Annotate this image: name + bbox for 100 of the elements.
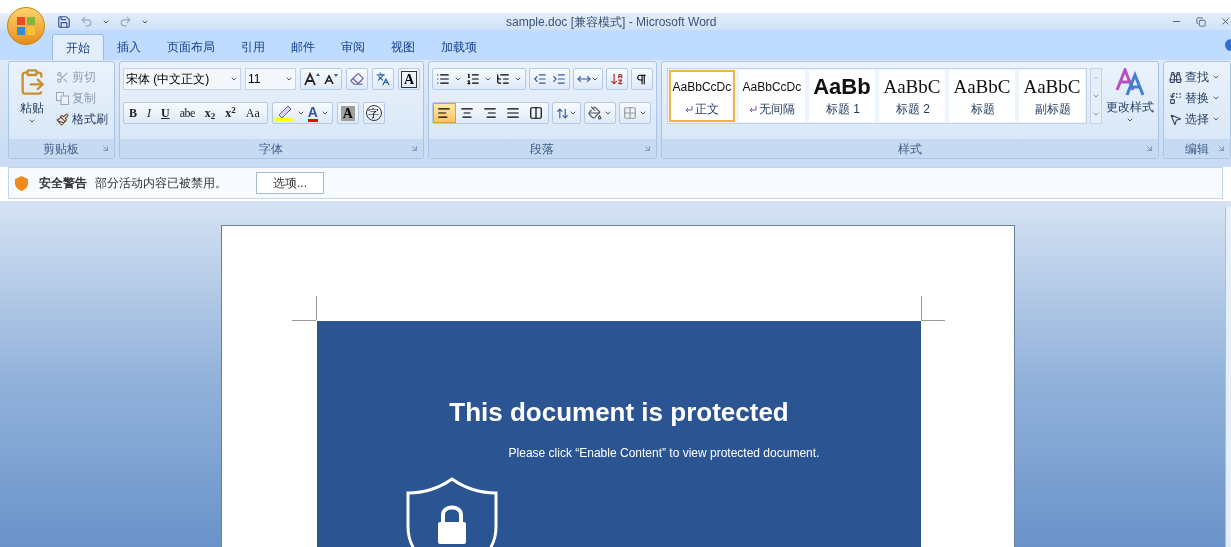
- paste-button[interactable]: 粘贴: [12, 68, 52, 128]
- more-icon[interactable]: [1092, 110, 1100, 118]
- cut-icon: [56, 70, 69, 84]
- ribbon-tab[interactable]: 页面布局: [154, 34, 228, 60]
- caret-icon: [296, 109, 305, 117]
- char-shading-button[interactable]: A: [336, 102, 359, 124]
- banner-heading: This document is protected: [449, 396, 789, 429]
- save-icon[interactable]: [57, 14, 71, 29]
- style-item[interactable]: AaBbCcDc 正文: [668, 70, 735, 122]
- style-item[interactable]: AaBbC 标题: [948, 70, 1015, 122]
- caret-icon: [1211, 73, 1220, 81]
- format-button[interactable]: abe: [174, 102, 200, 124]
- group-label: 编辑: [1184, 140, 1209, 158]
- scroll-down-icon[interactable]: [1092, 92, 1100, 100]
- grow-font-icon[interactable]: [304, 72, 321, 86]
- restore-icon[interactable]: [1196, 16, 1206, 27]
- editing-button[interactable]: 替换: [1168, 89, 1227, 107]
- clipboard-item[interactable]: 格式刷: [56, 110, 108, 128]
- pilcrow-icon: [635, 72, 649, 86]
- find-icon: [1168, 70, 1182, 84]
- format-button[interactable]: B: [123, 102, 142, 124]
- caret-icon: [453, 75, 462, 83]
- eraser-icon: [350, 72, 365, 86]
- caret-icon: [285, 75, 294, 83]
- caret-icon: [568, 109, 577, 117]
- clear-format-button[interactable]: [346, 68, 369, 90]
- office-logo-icon: [16, 16, 36, 36]
- indent-decrease-icon[interactable]: [532, 72, 547, 86]
- banner-message: Please click “Enable Content” to view protected document.: [508, 445, 820, 462]
- group-label: 样式: [897, 140, 922, 158]
- phonetic-icon: [376, 72, 391, 86]
- format-button[interactable]: x$^{2}$: [220, 102, 241, 124]
- format-button[interactable]: U: [155, 102, 175, 124]
- style-item[interactable]: AaBb 标题 1: [808, 70, 875, 122]
- format-button[interactable]: x$_{2}$: [199, 102, 221, 124]
- line-spacing-button[interactable]: [551, 102, 581, 124]
- font-name-field[interactable]: 宋体 (中文正文): [122, 68, 241, 90]
- font-size-field[interactable]: 11: [244, 68, 297, 90]
- sort-button[interactable]: [605, 68, 628, 90]
- shading-button[interactable]: [583, 102, 616, 124]
- caret-icon: [483, 75, 492, 83]
- paint-bucket-icon: [587, 106, 602, 120]
- caret-icon: [638, 109, 647, 117]
- ribbon-tab[interactable]: 审阅: [328, 34, 378, 60]
- replace-icon: [1168, 91, 1182, 105]
- align-icon: [483, 106, 498, 120]
- caret-icon: [28, 117, 36, 125]
- enclose-char-button[interactable]: 字: [362, 102, 385, 124]
- show-marks-button[interactable]: [630, 68, 653, 90]
- multilevel-list-icon[interactable]: [495, 72, 510, 86]
- style-item[interactable]: AaBbC 副标题: [1018, 70, 1085, 122]
- styles-icon: [1115, 68, 1145, 96]
- change-styles-button[interactable]: 更改样式: [1105, 68, 1155, 124]
- paragraph-mark-icon: [684, 105, 693, 113]
- editing-button[interactable]: 查找: [1168, 68, 1227, 86]
- align-icon: [529, 106, 544, 120]
- shrink-font-icon[interactable]: [324, 73, 339, 85]
- group-label: 段落: [530, 140, 555, 158]
- painter-icon: [56, 112, 69, 126]
- security-message: 部分活动内容已被禁用。: [95, 175, 227, 192]
- chinese-layout-button[interactable]: [572, 68, 603, 90]
- shield-icon: [15, 175, 28, 191]
- caret-icon: [513, 75, 522, 83]
- phonetic-guide-button[interactable]: [372, 68, 395, 90]
- ribbon-tab[interactable]: 引用: [228, 34, 278, 60]
- align-icon: [506, 106, 521, 120]
- paragraph-mark-icon: [748, 105, 757, 113]
- style-item[interactable]: AaBbC 标题 2: [878, 70, 945, 122]
- borders-icon: [622, 106, 637, 120]
- ribbon-tab[interactable]: 插入: [104, 34, 154, 60]
- copy-icon: [56, 91, 69, 105]
- ribbon-tab[interactable]: 开始: [52, 34, 104, 60]
- style-item[interactable]: AaBbCcDc 无间隔: [738, 70, 805, 122]
- caret-icon: [603, 109, 612, 117]
- ribbon-tab[interactable]: 视图: [378, 34, 428, 60]
- bullets-icon[interactable]: [435, 72, 450, 86]
- caret-icon: [320, 109, 329, 117]
- line-spacing-icon: [555, 106, 569, 120]
- highlight-icon[interactable]: [275, 105, 294, 121]
- align-button[interactable]: [432, 103, 456, 123]
- group-label: 剪贴板: [43, 140, 80, 158]
- caret-icon: [1126, 116, 1134, 124]
- security-title: 安全警告: [39, 175, 87, 192]
- options-button[interactable]: 选项...: [256, 172, 324, 194]
- format-button[interactable]: Aa: [240, 102, 265, 124]
- window-title: sample.doc [兼容模式] - Microsoft Word: [506, 13, 717, 31]
- editing-button[interactable]: 选择: [1168, 110, 1227, 128]
- group-label: 字体: [259, 140, 284, 158]
- shield-lock-icon: [406, 477, 498, 547]
- caret-icon: [1211, 94, 1220, 102]
- font-color-button[interactable]: A: [307, 104, 318, 122]
- format-button[interactable]: I: [141, 102, 156, 124]
- caret-icon: [229, 75, 238, 83]
- close-icon[interactable]: [1220, 16, 1231, 27]
- align-icon: [437, 106, 452, 120]
- char-border-button[interactable]: A: [398, 68, 420, 90]
- indent-increase-icon[interactable]: [551, 72, 566, 86]
- ribbon-tab[interactable]: 加载项: [428, 34, 490, 60]
- ribbon-tab[interactable]: 邮件: [278, 34, 328, 60]
- numbering-icon[interactable]: [465, 72, 480, 86]
